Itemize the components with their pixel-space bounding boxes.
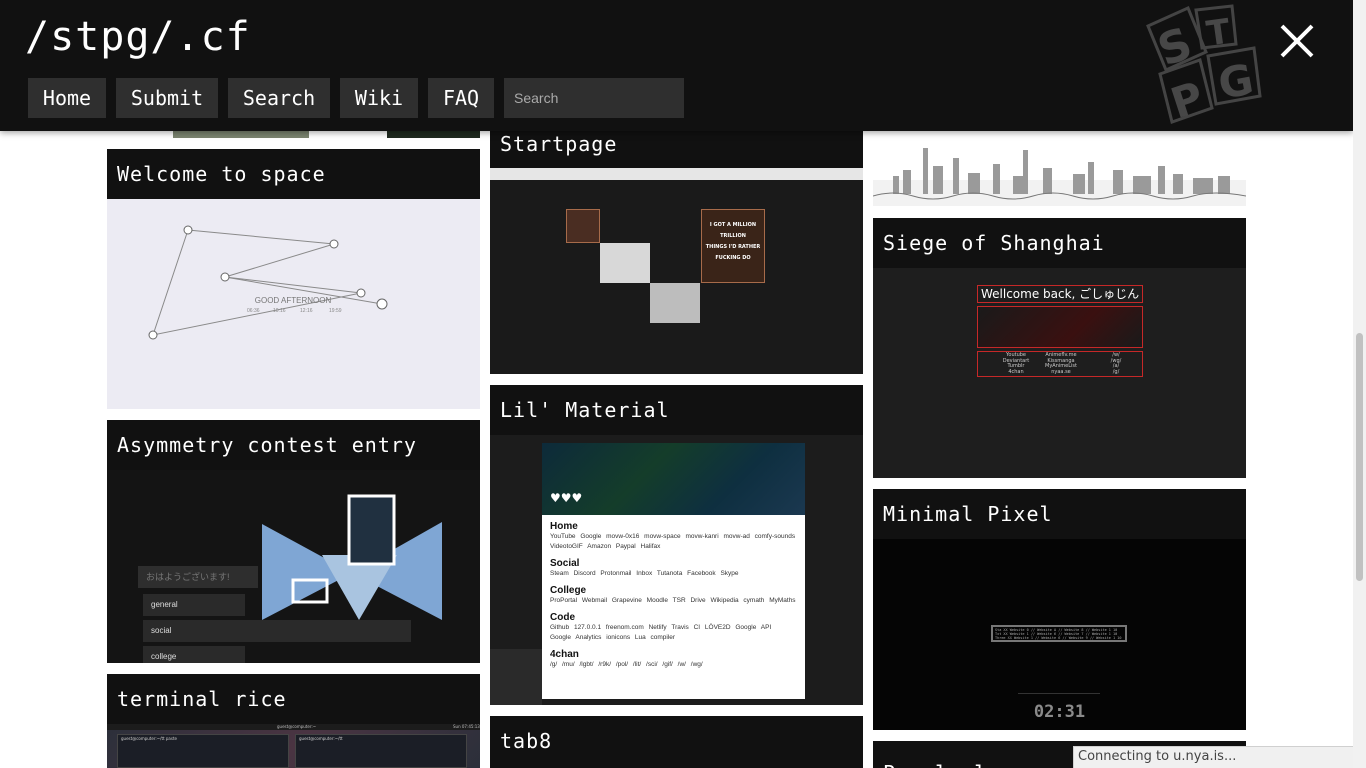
card-partial-skyline[interactable]: [873, 118, 1246, 206]
page-scrollbar[interactable]: [1353, 0, 1366, 768]
svg-text:12:16: 12:16: [300, 308, 313, 314]
svg-text:19:59: 19:59: [329, 308, 342, 314]
card-minimal-pixel[interactable]: Minimal Pixel Sta XX Website 0 // Websit…: [873, 489, 1246, 730]
card-thumbnail: guest@computer:~ Sun 07:45:13 guest@comp…: [107, 724, 480, 768]
status-bar: Connecting to u.nya.is...: [1073, 746, 1353, 768]
site-header: /stpg/.cf Home Submit Search Wiki FAQ S …: [0, 0, 1353, 131]
card-welcome-to-space[interactable]: Welcome to space GOOD AFTERNOON 06:36 10…: [107, 149, 480, 409]
nav-submit-button[interactable]: Submit: [116, 78, 218, 118]
card-thumbnail: Sta XX Website 0 // Website A // Website…: [873, 539, 1246, 730]
nav-home-button[interactable]: Home: [28, 78, 106, 118]
nav-faq-button[interactable]: FAQ: [428, 78, 494, 118]
card-thumbnail: おはようございます! general social college: [107, 470, 480, 663]
card-tab8[interactable]: tab8: [490, 716, 863, 768]
card-thumbnail: GOOD AFTERNOON 06:36 10:16 12:16 19:59: [107, 199, 480, 409]
nav-search-button[interactable]: Search: [228, 78, 330, 118]
card-title: terminal rice: [117, 687, 287, 711]
card-title: Welcome to space: [117, 162, 326, 186]
card-title: Lil' Material: [500, 398, 670, 422]
card-terminal-rice[interactable]: terminal rice guest@computer:~ Sun 07:45…: [107, 674, 480, 768]
scrollbar-thumb[interactable]: [1356, 333, 1363, 581]
svg-text:10:16: 10:16: [273, 308, 286, 314]
card-thumbnail: Wellcome back, ごしゅじん Youtube Deviantart Tu…: [873, 268, 1246, 478]
nav-wiki-button[interactable]: Wiki: [340, 78, 418, 118]
asym-search-field: おはようございます!: [138, 566, 258, 588]
card-title: Asymmetry contest entry: [117, 433, 417, 457]
greeting-text: GOOD AFTERNOON: [255, 296, 332, 305]
card-siege-of-shanghai[interactable]: Siege of Shanghai Wellcome back, ごしゅじん Y…: [873, 218, 1246, 478]
card-asymmetry-contest-entry[interactable]: Asymmetry contest entry おはようございます! gener…: [107, 420, 480, 663]
close-icon[interactable]: [1276, 20, 1318, 62]
card-thumbnail: ♥♥♥ Home YouTube Google movw-0x16 movw-s…: [490, 435, 863, 705]
svg-text:G: G: [1215, 54, 1257, 108]
svg-text:T: T: [1204, 11, 1233, 54]
card-title: Minimal Pixel: [883, 502, 1053, 526]
site-title[interactable]: /stpg/.cf: [25, 14, 251, 60]
card-title: tab8: [500, 729, 553, 753]
clock-text: 02:31: [1033, 702, 1086, 722]
svg-text:06:36: 06:36: [247, 308, 260, 314]
card-thumbnail: I GOT A MILLION TRILLION THINGS I'D RATH…: [490, 168, 863, 374]
card-title: Siege of Shanghai: [883, 231, 1105, 255]
stpg-logo-icon: S T P G: [1146, 4, 1262, 126]
card-title: Purple leaves: [883, 748, 1053, 768]
card-startpage[interactable]: Startpage I GOT A MILLION TRILLION THING…: [490, 118, 863, 374]
svg-text:S: S: [1151, 18, 1198, 77]
card-lil-material[interactable]: Lil' Material ♥♥♥ Home YouTube Google mo…: [490, 385, 863, 705]
search-input[interactable]: [504, 78, 684, 118]
